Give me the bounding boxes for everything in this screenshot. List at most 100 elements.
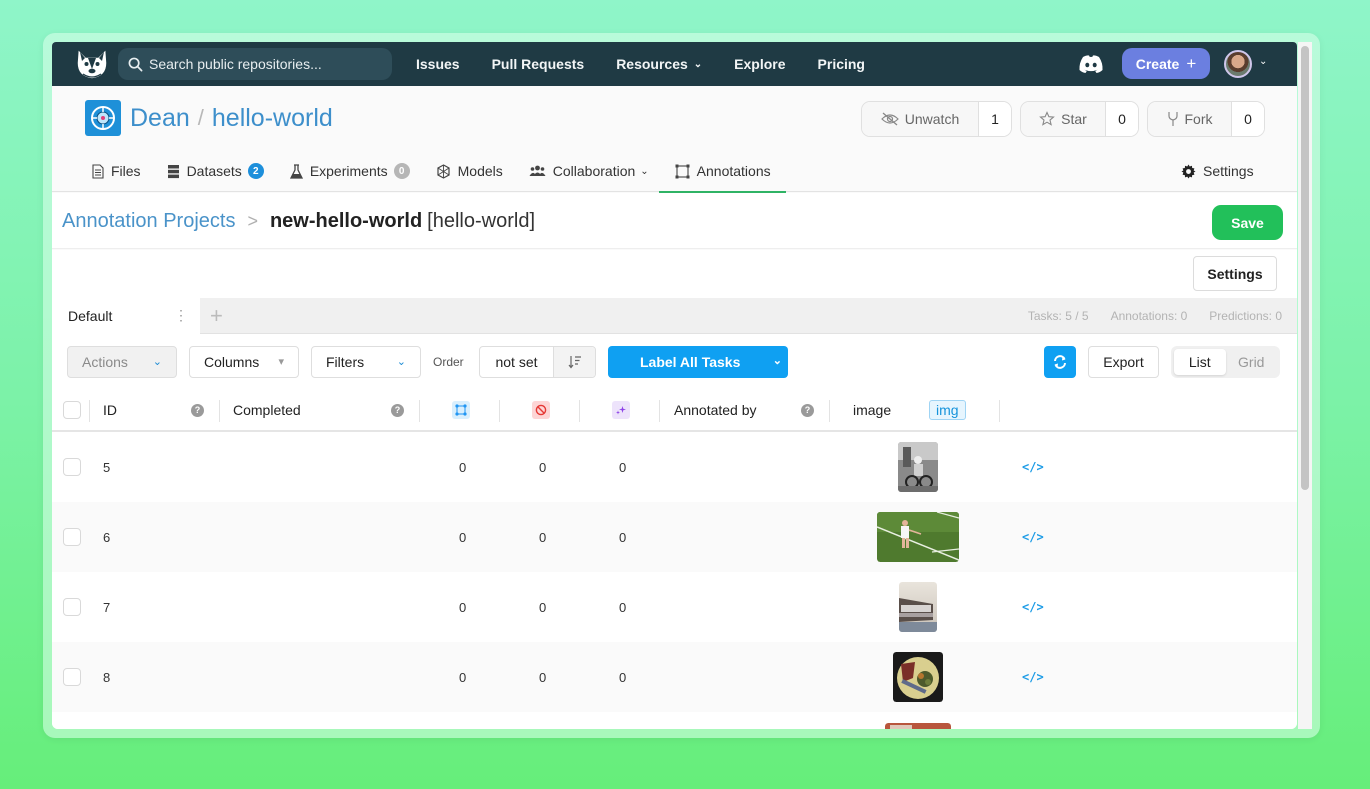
tab-models[interactable]: Models — [436, 150, 503, 192]
search-input[interactable]: Search public repositories... — [118, 48, 392, 80]
list-view-option[interactable]: List — [1174, 349, 1226, 375]
tab-annotations[interactable]: Annotations — [658, 150, 786, 193]
tab-label: Datasets — [186, 163, 242, 179]
task-image-thumbnail[interactable] — [899, 572, 937, 642]
nav-link-resources[interactable]: Resources ⌄ — [616, 56, 702, 72]
cancelled-count: 0 — [539, 459, 547, 475]
column-divider — [659, 400, 660, 422]
row-checkbox[interactable] — [63, 502, 81, 572]
eye-slash-icon — [880, 112, 899, 126]
tab-datasets[interactable]: Datasets 2 — [167, 150, 264, 192]
table-row[interactable]: 8 0 0 0 </> — [52, 642, 1297, 712]
row-checkbox[interactable] — [63, 572, 81, 642]
fork-button[interactable]: Fork — [1148, 102, 1232, 136]
task-image-thumbnail[interactable] — [885, 712, 951, 729]
column-annotated-by[interactable]: Annotated by — [674, 390, 757, 430]
column-predictions[interactable] — [612, 390, 630, 430]
model-icon — [437, 163, 450, 179]
grid-view-option[interactable]: Grid — [1226, 349, 1278, 375]
star-button[interactable]: Star — [1021, 102, 1106, 136]
watch-count[interactable]: 1 — [979, 102, 1011, 136]
discord-icon[interactable] — [1078, 54, 1104, 79]
row-checkbox[interactable] — [63, 642, 81, 712]
order-value[interactable]: not set — [480, 347, 553, 377]
sparkles-icon — [612, 401, 630, 419]
code-icon[interactable]: </> — [1022, 642, 1044, 712]
user-avatar[interactable] — [1224, 50, 1252, 78]
search-placeholder: Search public repositories... — [149, 56, 322, 72]
order-select[interactable]: not set — [479, 346, 596, 378]
save-button[interactable]: Save — [1212, 205, 1283, 240]
repo-header: Dean / hello-world Unwatch 1 Star 0 Fork… — [52, 86, 1297, 193]
vertical-scrollbar[interactable] — [1298, 42, 1312, 729]
dagshub-logo-icon[interactable] — [74, 47, 110, 81]
help-icon[interactable]: ? — [191, 390, 204, 430]
task-stats: Tasks: 5 / 5 Annotations: 0 Predictions:… — [1006, 298, 1282, 334]
tab-settings[interactable]: Settings — [1181, 150, 1254, 192]
view-tab-default[interactable]: Default ⋮ — [52, 298, 200, 334]
view-mode-toggle: List Grid — [1171, 346, 1280, 378]
nav-link-pull-requests[interactable]: Pull Requests — [492, 56, 585, 72]
datasets-count-badge: 2 — [247, 163, 264, 179]
unwatch-group: Unwatch 1 — [861, 101, 1012, 137]
predictions-count: 0 — [619, 669, 627, 685]
table-row[interactable]: 6 0 0 0 </> — [52, 502, 1297, 572]
actions-dropdown[interactable]: Actions ⌄ — [67, 346, 177, 378]
filters-dropdown[interactable]: Filters ⌄ — [311, 346, 421, 378]
cancelled-count: 0 — [539, 529, 547, 545]
column-completed[interactable]: Completed — [233, 390, 301, 430]
table-row[interactable]: 5 0 0 0 </> — [52, 432, 1297, 502]
star-count[interactable]: 0 — [1106, 102, 1138, 136]
row-checkbox[interactable] — [63, 432, 81, 502]
help-icon[interactable]: ? — [801, 390, 814, 430]
breadcrumb-annotation-projects[interactable]: Annotation Projects — [62, 210, 235, 233]
breadcrumb-separator-icon: > — [247, 210, 258, 231]
tab-files[interactable]: Files — [92, 150, 141, 192]
nav-link-explore[interactable]: Explore — [734, 56, 785, 72]
nav-link-issues[interactable]: Issues — [416, 56, 460, 72]
table-row[interactable] — [52, 712, 1297, 729]
column-divider — [579, 400, 580, 422]
chevron-down-icon[interactable]: ⌄ — [773, 354, 782, 367]
task-image-thumbnail[interactable] — [898, 432, 938, 502]
fork-count[interactable]: 0 — [1232, 102, 1264, 136]
project-name: new-hello-world — [269, 209, 423, 232]
tab-collaboration[interactable]: Collaboration ⌄ — [529, 150, 649, 192]
unwatch-button[interactable]: Unwatch — [862, 102, 979, 136]
users-icon — [529, 165, 546, 176]
bounding-box-icon — [675, 164, 690, 178]
repo-name-link[interactable]: hello-world — [212, 104, 333, 133]
columns-dropdown[interactable]: Columns ▾ — [189, 346, 299, 378]
export-button[interactable]: Export — [1088, 346, 1159, 378]
annotations-count: 0 — [459, 529, 467, 545]
code-icon[interactable]: </> — [1022, 572, 1044, 642]
column-id[interactable]: ID — [103, 390, 117, 430]
scrollbar-thumb[interactable] — [1301, 46, 1309, 490]
nav-link-pricing[interactable]: Pricing — [818, 56, 865, 72]
refresh-button[interactable] — [1044, 346, 1076, 378]
column-image[interactable]: image — [853, 390, 891, 430]
actions-label: Actions — [82, 354, 128, 370]
tab-experiments[interactable]: Experiments 0 — [289, 150, 410, 192]
chevron-down-icon[interactable]: ⌄ — [1259, 56, 1267, 67]
annotations-count: 0 — [459, 669, 467, 685]
main-nav: Issues Pull Requests Resources ⌄ Explore … — [416, 42, 897, 86]
file-icon — [92, 163, 104, 179]
repo-separator: / — [197, 105, 204, 130]
code-icon[interactable]: </> — [1022, 502, 1044, 572]
column-annotations[interactable] — [452, 390, 470, 430]
repo-owner-link[interactable]: Dean — [130, 104, 190, 133]
select-all-checkbox[interactable] — [63, 390, 81, 430]
task-image-thumbnail[interactable] — [893, 642, 943, 712]
create-button[interactable]: Create + — [1122, 48, 1210, 79]
project-settings-button[interactable]: Settings — [1193, 256, 1277, 291]
table-row[interactable]: 7 0 0 0 </> — [52, 572, 1297, 642]
task-image-thumbnail[interactable] — [877, 502, 959, 572]
help-icon[interactable]: ? — [391, 390, 404, 430]
code-icon[interactable]: </> — [1022, 432, 1044, 502]
column-cancelled[interactable] — [532, 390, 550, 430]
add-tab-icon[interactable]: + — [210, 303, 223, 329]
sort-direction-icon[interactable] — [553, 347, 595, 377]
more-vertical-icon[interactable]: ⋮ — [174, 308, 188, 322]
label-all-tasks-button[interactable]: Label All Tasks ⌄ — [608, 346, 788, 378]
